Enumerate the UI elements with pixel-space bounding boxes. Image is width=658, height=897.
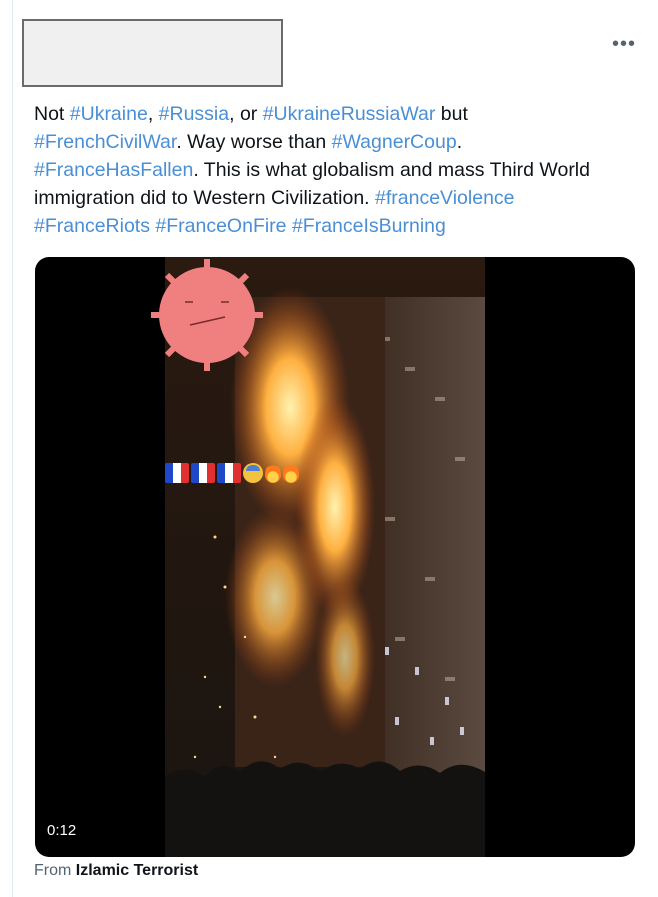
tweet-line: immigration did to Western Civilization.… bbox=[34, 184, 634, 212]
tweet-text-segment: Not bbox=[34, 103, 70, 125]
tweet-text-segment: but bbox=[435, 103, 468, 125]
fire-icon bbox=[283, 463, 299, 483]
redacted-author-box bbox=[22, 19, 283, 87]
hashtag-link[interactable]: #FrenchCivilWar bbox=[34, 131, 176, 153]
fire-icon bbox=[265, 463, 281, 483]
france-flag-icon bbox=[191, 463, 215, 483]
tweet-text: Not #Ukraine, #Russia, or #UkraineRussia… bbox=[34, 100, 634, 240]
source-attribution[interactable]: From Izlamic Terrorist bbox=[34, 862, 198, 880]
emoji-overlay bbox=[165, 461, 299, 485]
tweet-text-segment: . Way worse than bbox=[176, 131, 332, 153]
anxious-face-icon bbox=[243, 463, 263, 483]
hashtag-link[interactable]: #FranceOnFire bbox=[155, 215, 286, 237]
tweet-line: #FranceRiots #FranceOnFire #FranceIsBurn… bbox=[34, 212, 634, 240]
tweet-text-segment: immigration did to Western Civilization. bbox=[34, 187, 376, 209]
hashtag-link[interactable]: #Ukraine bbox=[70, 103, 148, 125]
hashtag-link[interactable]: #FranceIsBurning bbox=[292, 215, 446, 237]
hashtag-link[interactable]: #FranceHasFallen bbox=[34, 159, 193, 181]
video-player[interactable]: 0:12 bbox=[35, 257, 635, 857]
video-duration: 0:12 bbox=[47, 822, 77, 839]
tweet-text-segment: . bbox=[456, 131, 463, 153]
card-border bbox=[12, 0, 13, 897]
hashtag-link[interactable]: #franceViolence bbox=[375, 187, 515, 209]
source-prefix: From bbox=[34, 862, 72, 879]
tweet-text-segment: . This is what globalism and mass Third … bbox=[193, 159, 590, 181]
hashtag-link[interactable]: #WagnerCoup bbox=[332, 131, 457, 153]
tweet-text-segment: , or bbox=[229, 103, 263, 125]
tweet-text-segment: , bbox=[147, 103, 159, 125]
source-name[interactable]: Izlamic Terrorist bbox=[76, 862, 198, 879]
tweet-line: Not #Ukraine, #Russia, or #UkraineRussia… bbox=[34, 100, 634, 128]
video-frame bbox=[151, 257, 485, 857]
tweet-line: #FranceHasFallen. This is what globalism… bbox=[34, 156, 634, 184]
hashtag-link[interactable]: #Russia bbox=[159, 103, 229, 125]
hashtag-link[interactable]: #UkraineRussiaWar bbox=[263, 103, 436, 125]
tweet-line: #FrenchCivilWar. Way worse than #WagnerC… bbox=[34, 128, 634, 156]
france-flag-icon bbox=[165, 463, 189, 483]
more-options-icon[interactable]: ••• bbox=[612, 34, 636, 54]
hashtag-link[interactable]: #FranceRiots bbox=[34, 215, 150, 237]
france-flag-icon bbox=[217, 463, 241, 483]
